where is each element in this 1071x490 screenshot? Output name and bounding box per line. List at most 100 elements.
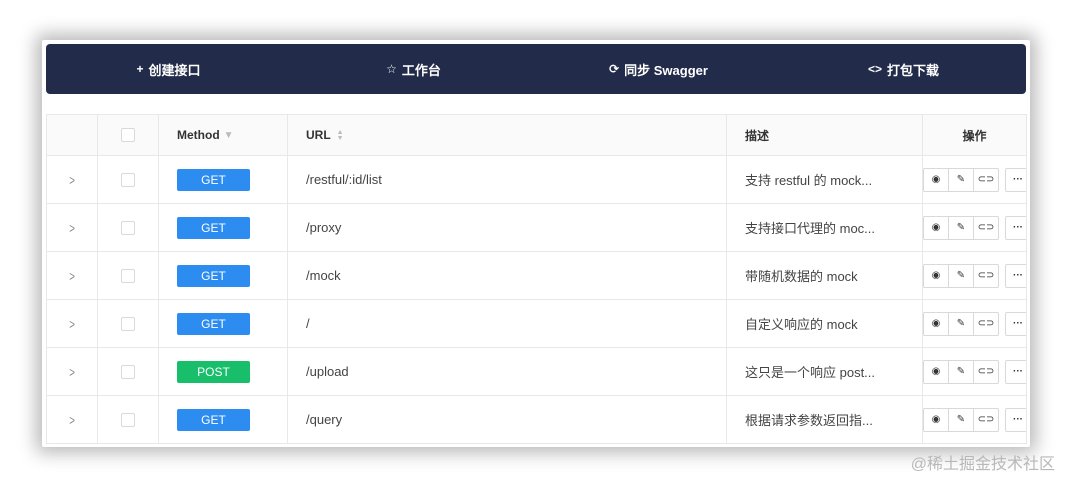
- eye-icon: ◉: [931, 174, 941, 185]
- expand-cell: >: [47, 155, 98, 204]
- operations-header-label: 操作: [962, 128, 987, 143]
- chevron-right-icon[interactable]: >: [69, 364, 75, 380]
- method-tag: GET: [177, 312, 250, 335]
- row-checkbox[interactable]: [121, 173, 135, 188]
- url-cell: /upload: [287, 347, 727, 396]
- copy-link-button[interactable]: ⊂⊃: [973, 407, 999, 432]
- chevron-right-icon[interactable]: >: [69, 220, 75, 236]
- preview-button[interactable]: ◉: [923, 215, 949, 240]
- create-api-button[interactable]: + 创建接口: [46, 44, 291, 94]
- method-tag: GET: [177, 168, 250, 191]
- filter-icon[interactable]: ▼: [224, 130, 234, 141]
- edit-button[interactable]: ✎: [948, 407, 974, 432]
- operation-button-group: ◉ ✎ ⊂⊃: [923, 407, 999, 432]
- link-icon: ⊂⊃: [977, 414, 995, 425]
- more-button[interactable]: ···: [1005, 167, 1026, 192]
- operations-cell: ◉ ✎ ⊂⊃ ···: [922, 251, 1026, 300]
- pencil-icon: ✎: [956, 366, 966, 377]
- copy-link-button[interactable]: ⊂⊃: [973, 311, 999, 336]
- ellipsis-icon: ···: [1013, 318, 1023, 329]
- copy-link-button[interactable]: ⊂⊃: [973, 215, 999, 240]
- chevron-right-icon[interactable]: >: [69, 412, 75, 428]
- edit-button[interactable]: ✎: [948, 167, 974, 192]
- url-text: /proxy: [306, 220, 342, 235]
- url-header: URL ▲ ▼: [287, 115, 727, 156]
- eye-icon: ◉: [931, 222, 941, 233]
- url-header-label: URL: [306, 128, 331, 142]
- method-tag: GET: [177, 264, 250, 287]
- method-cell: GET: [158, 395, 288, 444]
- watermark: @稀土掘金技术社区: [910, 456, 1055, 473]
- preview-button[interactable]: ◉: [923, 311, 949, 336]
- preview-button[interactable]: ◉: [923, 263, 949, 288]
- preview-button[interactable]: ◉: [923, 167, 949, 192]
- method-tag: GET: [177, 408, 250, 431]
- more-button[interactable]: ···: [1005, 263, 1026, 288]
- link-icon: ⊂⊃: [977, 270, 995, 281]
- more-button[interactable]: ···: [1005, 215, 1026, 240]
- link-icon: ⊂⊃: [977, 366, 995, 377]
- download-package-button[interactable]: <> 打包下载: [781, 44, 1026, 94]
- table-row: > GET /restful/:id/list 支持 restful 的 moc…: [47, 155, 1026, 204]
- table-body: > GET /restful/:id/list 支持 restful 的 moc…: [47, 155, 1026, 444]
- edit-button[interactable]: ✎: [948, 263, 974, 288]
- workbench-button[interactable]: ☆ 工作台: [291, 44, 536, 94]
- more-button[interactable]: ···: [1005, 407, 1026, 432]
- sort-icon[interactable]: ▲ ▼: [337, 129, 344, 142]
- copy-link-button[interactable]: ⊂⊃: [973, 263, 999, 288]
- chevron-right-icon[interactable]: >: [69, 268, 75, 284]
- ellipsis-icon: ···: [1013, 366, 1023, 377]
- pencil-icon: ✎: [956, 414, 966, 425]
- chevron-right-icon[interactable]: >: [69, 316, 75, 332]
- row-checkbox[interactable]: [121, 221, 135, 236]
- pencil-icon: ✎: [956, 174, 966, 185]
- operations-cell: ◉ ✎ ⊂⊃ ···: [922, 203, 1026, 252]
- edit-button[interactable]: ✎: [948, 359, 974, 384]
- row-checkbox[interactable]: [121, 413, 135, 428]
- api-list-card: + 创建接口 ☆ 工作台 ⟳ 同步 Swagger <> 打包下载 Method…: [42, 40, 1030, 447]
- url-cell: /: [287, 299, 727, 348]
- method-tag: POST: [177, 360, 250, 383]
- description-text: 自定义响应的 mock: [745, 317, 858, 332]
- expand-cell: >: [47, 299, 98, 348]
- operation-button-group: ◉ ✎ ⊂⊃: [923, 215, 999, 240]
- row-checkbox[interactable]: [121, 365, 135, 380]
- copy-link-button[interactable]: ⊂⊃: [973, 359, 999, 384]
- more-button[interactable]: ···: [1005, 359, 1026, 384]
- preview-button[interactable]: ◉: [923, 407, 949, 432]
- method-header: Method ▼: [158, 115, 288, 156]
- preview-button[interactable]: ◉: [923, 359, 949, 384]
- pencil-icon: ✎: [956, 222, 966, 233]
- more-button[interactable]: ···: [1005, 311, 1026, 336]
- sync-swagger-label: 同步 Swagger: [624, 62, 708, 78]
- select-all-checkbox[interactable]: [121, 128, 135, 143]
- method-cell: GET: [158, 155, 288, 204]
- row-checkbox[interactable]: [121, 269, 135, 284]
- url-text: /query: [306, 412, 343, 427]
- url-text: /upload: [306, 364, 349, 379]
- copy-link-button[interactable]: ⊂⊃: [973, 167, 999, 192]
- download-package-label: 打包下载: [887, 62, 940, 78]
- description-header: 描述: [726, 115, 923, 156]
- table-row: > GET / 自定义响应的 mock ◉ ✎ ⊂⊃ ···: [47, 299, 1026, 348]
- description-text: 这只是一个响应 post...: [745, 365, 876, 380]
- description-text: 支持接口代理的 moc...: [745, 221, 876, 236]
- edit-button[interactable]: ✎: [948, 311, 974, 336]
- select-cell: [97, 347, 159, 396]
- method-tag: GET: [177, 216, 250, 239]
- create-api-label: 创建接口: [148, 62, 201, 78]
- pencil-icon: ✎: [956, 318, 966, 329]
- select-cell: [97, 395, 159, 444]
- chevron-right-icon[interactable]: >: [69, 172, 75, 188]
- expand-cell: >: [47, 347, 98, 396]
- ellipsis-icon: ···: [1013, 222, 1023, 233]
- sync-swagger-button[interactable]: ⟳ 同步 Swagger: [536, 44, 781, 94]
- edit-button[interactable]: ✎: [948, 215, 974, 240]
- row-checkbox[interactable]: [121, 317, 135, 332]
- code-icon: <>: [867, 62, 882, 76]
- method-cell: GET: [158, 203, 288, 252]
- operations-cell: ◉ ✎ ⊂⊃ ···: [922, 347, 1026, 396]
- description-cell: 支持接口代理的 moc...: [726, 203, 923, 252]
- workbench-label: 工作台: [401, 62, 441, 78]
- star-icon: ☆: [386, 62, 397, 76]
